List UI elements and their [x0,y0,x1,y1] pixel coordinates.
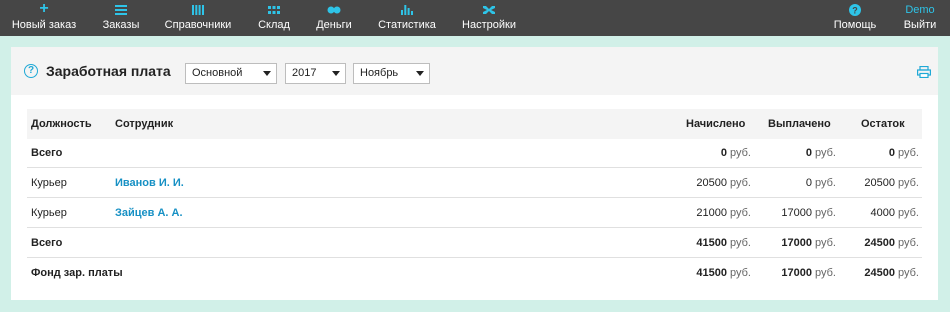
row-position: Всего [31,147,63,159]
nav-warehouse-label: Склад [258,19,290,31]
plus-icon: + [39,0,49,17]
nav-settings[interactable]: Настройки [458,0,520,36]
nav-statistics-label: Статистика [378,19,436,31]
currency-unit: руб. [898,147,919,159]
nav-settings-label: Настройки [462,19,516,31]
balance-value: 24500 [864,237,896,249]
row-position: Всего [31,237,63,249]
col-paid-header: Выплачено [768,118,831,130]
grid-icon [268,5,280,17]
currency-unit: руб. [898,237,919,249]
chevron-down-icon [332,71,340,76]
row-balance: 24500 руб. [815,229,919,258]
row-balance: 0 руб. [815,139,919,168]
paid-value: 0 [805,177,813,189]
paid-value: 17000 [781,207,813,219]
nav-new-order-label: Новый заказ [11,19,77,31]
balance-value: 24500 [864,267,896,279]
row-position: Курьер [31,207,67,219]
user-name: Demo [905,4,935,16]
chevron-down-icon [416,71,424,76]
table-row: Курьер Зайцев А. А. 21000 руб. 17000 руб. … [27,199,922,228]
paid-value: 17000 [781,267,813,279]
row-position: Курьер [31,177,67,189]
help-circle-icon: ? [849,4,861,19]
bar-chart-icon [401,5,413,18]
nav-logout-label: Выйти [903,19,937,31]
page-title: Заработная плата [46,63,171,79]
table-row: Курьер Иванов И. И. 20500 руб. 0 руб. 2050… [27,169,922,198]
nav-statistics[interactable]: Статистика [374,0,440,36]
columns-icon [192,5,204,18]
svg-text:?: ? [852,6,858,16]
nav-money[interactable]: Деньги [312,0,356,36]
employee-link[interactable]: Зайцев А. А. [115,199,183,228]
month-select[interactable]: Ноябрь [353,63,430,84]
balance-value: 20500 [864,177,896,189]
nav-help[interactable]: ? Помощь [830,0,880,36]
help-icon[interactable]: ? [24,64,38,78]
list-icon [115,5,127,18]
currency-unit: руб. [898,267,919,279]
nav-directories-label: Справочники [164,19,232,31]
type-select[interactable]: Основной [185,63,277,84]
nav-new-order[interactable]: + Новый заказ [10,0,78,36]
accrued-value: 0 [720,147,728,159]
nav-help-label: Помощь [833,19,877,31]
row-balance: 4000 руб. [815,199,919,228]
coins-icon [327,5,341,17]
row-balance: 24500 руб. [815,259,919,288]
table-header: Должность Сотрудник Начислено Выплачено … [27,109,922,139]
chevron-down-icon [263,71,271,76]
panel-header: ? Заработная плата Основной 2017 Ноябрь [11,47,938,95]
balance-value: 0 [888,147,896,159]
nav-logout[interactable]: Demo Выйти [896,0,944,36]
currency-unit: руб. [898,177,919,189]
paid-value: 0 [805,147,813,159]
wrench-icon [482,5,496,18]
row-balance: 20500 руб. [815,169,919,198]
paid-value: 17000 [781,237,813,249]
type-select-value: Основной [192,67,243,79]
table-row-payroll-fund: Фонд зар. платы 41500 руб. 17000 руб. 2450… [27,259,922,288]
salary-panel: ? Заработная плата Основной 2017 Ноябрь … [11,47,938,300]
col-employee-header: Сотрудник [115,118,174,130]
nav-orders[interactable]: Заказы [98,0,144,36]
currency-unit: руб. [898,207,919,219]
col-position-header: Должность [31,118,92,130]
top-navbar: + Новый заказ Заказы Справочники Склад Д… [0,0,950,36]
col-accrued-header: Начислено [686,118,746,130]
col-balance-header: Остаток [861,118,905,130]
accrued-value: 41500 [696,237,728,249]
table-row-total-top: Всего 0 руб. 0 руб. 0 руб. [27,139,922,168]
accrued-value: 21000 [696,207,728,219]
nav-money-label: Деньги [316,19,352,31]
table-row-total: Всего 41500 руб. 17000 руб. 24500 руб. [27,229,922,258]
month-select-value: Ноябрь [360,67,399,79]
accrued-value: 20500 [696,177,728,189]
accrued-value: 41500 [696,267,728,279]
nav-warehouse[interactable]: Склад [252,0,296,36]
print-icon[interactable] [917,65,932,79]
row-position: Фонд зар. платы [31,267,123,279]
year-select-value: 2017 [292,67,317,79]
nav-directories[interactable]: Справочники [162,0,234,36]
nav-orders-label: Заказы [102,19,140,31]
employee-link[interactable]: Иванов И. И. [115,169,184,198]
balance-value: 4000 [870,207,896,219]
year-select[interactable]: 2017 [285,63,346,84]
